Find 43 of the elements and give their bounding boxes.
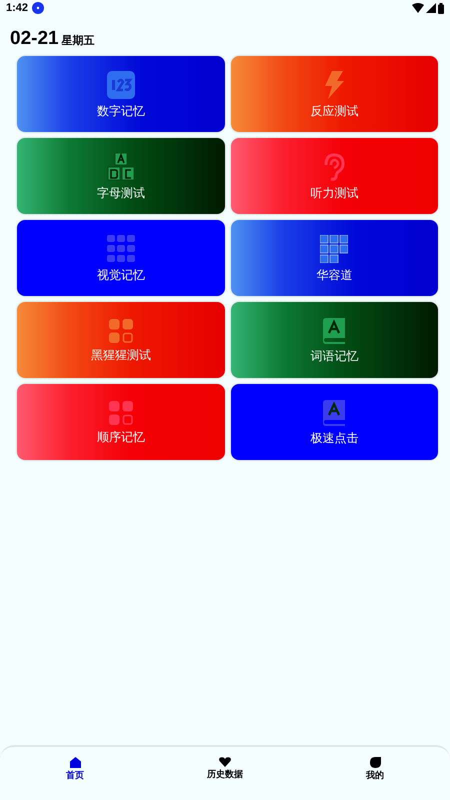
- number-tiles-icon: [320, 235, 348, 263]
- four-squares-icon: [108, 319, 133, 343]
- battery-icon: [438, 2, 444, 14]
- wifi-icon: [412, 3, 424, 13]
- weekday-text: 星期五: [62, 36, 95, 47]
- letter-blocks-icon: [106, 153, 135, 181]
- card-label: 顺序记忆: [96, 431, 145, 443]
- game-card[interactable]: 听力测试: [230, 138, 438, 214]
- nav-tab[interactable]: 历史数据: [207, 770, 243, 779]
- nav-tab[interactable]: 我的: [366, 771, 384, 780]
- card-label: 视觉记忆: [96, 269, 145, 281]
- lightning-icon: [323, 71, 346, 99]
- game-card[interactable]: 黑猩猩测试: [17, 302, 224, 378]
- grid-icon: [106, 235, 135, 263]
- leaf-icon[interactable]: [370, 757, 380, 768]
- game-card[interactable]: 极速点击: [230, 384, 438, 460]
- game-card[interactable]: 字母测试: [17, 138, 224, 214]
- game-card[interactable]: 词语记忆: [230, 302, 438, 378]
- game-card[interactable]: 华容道: [230, 220, 438, 296]
- card-label: 反应测试: [310, 105, 358, 117]
- card-label: 极速点击: [310, 432, 358, 444]
- four-squares-icon: [108, 401, 133, 425]
- nav-tab[interactable]: 首页: [66, 771, 84, 780]
- date-text: 02-21: [10, 29, 59, 48]
- card-label: 数字记忆: [96, 105, 145, 117]
- game-card[interactable]: 数字记忆: [17, 56, 224, 132]
- book-icon: [323, 318, 346, 344]
- card-label: 华容道: [316, 269, 352, 281]
- signal-icon: [426, 3, 436, 13]
- status-time: 1:42: [6, 0, 28, 16]
- card-label: 字母测试: [96, 187, 145, 199]
- card-label: 词语记忆: [310, 350, 358, 362]
- card-label: 听力测试: [310, 187, 358, 199]
- heart-icon[interactable]: [219, 757, 231, 767]
- ear-icon: [322, 153, 346, 181]
- notification-icon: [32, 2, 44, 14]
- game-card[interactable]: 视觉记忆: [17, 220, 224, 296]
- game-card[interactable]: 顺序记忆: [17, 384, 224, 460]
- digits-icon: [106, 71, 135, 99]
- book-icon: [323, 400, 346, 426]
- home-icon[interactable]: [70, 757, 80, 768]
- game-card[interactable]: 反应测试: [230, 56, 438, 132]
- card-label: 黑猩猩测试: [90, 349, 151, 361]
